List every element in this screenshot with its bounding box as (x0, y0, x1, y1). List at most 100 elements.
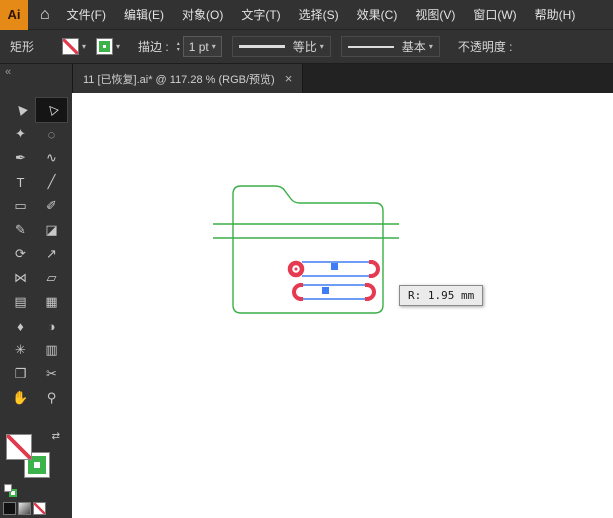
gradient-tool[interactable]: ▤ (5, 290, 36, 314)
menu-select[interactable]: 选择(S) (290, 6, 348, 23)
stroke-weight-stepper[interactable]: ▴ ▾ (177, 41, 180, 53)
center-handle[interactable] (322, 287, 329, 294)
brush-definition-dropdown[interactable]: 基本 ▾ (340, 36, 440, 57)
menu-edit[interactable]: 编辑(E) (115, 6, 173, 23)
free-transform-tool[interactable]: ▱ (36, 266, 67, 290)
menu-effect[interactable]: 效果(C) (348, 6, 407, 23)
chevron-down-icon[interactable]: ▾ (212, 42, 216, 51)
rectangle-tool[interactable]: ▭ (5, 194, 36, 218)
gradient-button[interactable] (18, 502, 31, 515)
menu-file[interactable]: 文件(F) (58, 6, 115, 23)
menu-help[interactable]: 帮助(H) (526, 6, 585, 23)
fill-proxy-none[interactable] (6, 434, 32, 460)
slice-tool[interactable]: ✂ (36, 362, 67, 386)
app-logo-icon[interactable]: Ai (0, 0, 28, 30)
fill-color-control[interactable]: ▾ (62, 38, 86, 55)
chevron-down-icon[interactable]: ▾ (116, 42, 120, 51)
anchor-point[interactable] (365, 297, 369, 301)
eyedropper-icon: ♦ (17, 318, 24, 334)
mesh-tool[interactable]: ▦ (36, 290, 67, 314)
graph-tool[interactable]: ▥ (36, 338, 67, 362)
menu-object[interactable]: 对象(O) (173, 6, 232, 23)
eraser-icon: ◪ (45, 222, 58, 237)
blend-tool[interactable]: ◑ (36, 314, 67, 338)
rotate-icon: ⟳ (15, 246, 26, 261)
artboard-tool[interactable]: ❐ (5, 362, 36, 386)
selection-tool[interactable]: ▶ (5, 98, 36, 122)
width-profile-dropdown[interactable]: 等比 ▾ (231, 36, 331, 57)
opacity-label: 不透明度 : (457, 40, 513, 54)
stroke-weight-field[interactable]: 1 pt ▾ (182, 36, 222, 57)
rotate-tool[interactable]: ⟳ (5, 242, 36, 266)
anchor-point[interactable] (299, 297, 303, 301)
stroke-weight-label: 描边 : (138, 40, 169, 54)
zoom-tool[interactable]: ⚲ (36, 386, 67, 410)
type-tool[interactable]: T (5, 170, 36, 194)
paintbrush-icon: ✐ (46, 198, 57, 213)
artwork (213, 185, 399, 314)
pencil-tool[interactable]: ✎ (5, 218, 36, 242)
menu-view[interactable]: 视图(V) (406, 6, 464, 23)
lasso-icon: ◌ (47, 126, 56, 142)
rectangle-icon: ▭ (14, 198, 27, 213)
lasso-tool[interactable]: ◌ (36, 122, 67, 146)
zoom-icon: ⚲ (46, 390, 57, 405)
anchor-point[interactable] (299, 283, 303, 287)
guide-lines[interactable] (213, 223, 399, 239)
close-icon[interactable]: × (285, 71, 293, 86)
menu-type[interactable]: 文字(T) (232, 6, 289, 23)
eyedropper-tool[interactable]: ♦ (5, 314, 36, 338)
main-area: ▶ ▷ ✦ ◌ ✒ ∿ T ╱ ▭ ✐ ✎ ◪ ⟳ ↗ ⋈ ▱ ▤ ▦ ♦ ◑ (0, 93, 613, 518)
brush-definition-value: 基本 (401, 40, 426, 54)
hand-tool[interactable]: ✋ (5, 386, 36, 410)
capsule-1[interactable] (287, 260, 380, 278)
chevron-down-icon[interactable]: ▾ (429, 42, 433, 51)
stroke-weight-value: 1 pt (188, 39, 209, 54)
graph-icon: ▥ (45, 342, 58, 357)
menu-window[interactable]: 窗口(W) (464, 6, 525, 23)
rounded-corner-right[interactable] (366, 283, 376, 301)
curvature-icon: ∿ (46, 150, 57, 165)
symbol-sprayer-icon: ✳ (15, 342, 26, 357)
rounded-corner-right[interactable] (370, 260, 380, 278)
scale-tool[interactable]: ↗ (36, 242, 67, 266)
pen-tool[interactable]: ✒ (5, 146, 36, 170)
center-handle[interactable] (331, 263, 338, 270)
collapse-toolbar-icon[interactable]: « (5, 66, 11, 78)
chevron-down-icon[interactable]: ▾ (320, 42, 324, 51)
direct-selection-tool[interactable]: ▷ (35, 97, 68, 123)
anchor-point[interactable] (365, 283, 369, 287)
symbol-sprayer-tool[interactable]: ✳ (5, 338, 36, 362)
none-button[interactable] (33, 502, 46, 515)
paintbrush-tool[interactable]: ✐ (36, 194, 67, 218)
anchor-point[interactable] (369, 260, 373, 264)
stroke-green-swatch[interactable] (96, 38, 114, 55)
rounded-corner-left[interactable] (292, 283, 302, 301)
slice-icon: ✂ (46, 366, 57, 381)
folder-shape[interactable] (232, 185, 384, 314)
mesh-icon: ▦ (45, 294, 58, 309)
scale-icon: ↗ (46, 246, 57, 261)
width-tool[interactable]: ⋈ (5, 266, 36, 290)
menubar: Ai ⌂ 文件(F) 编辑(E) 对象(O) 文字(T) 选择(S) 效果(C)… (0, 0, 613, 30)
artboard-canvas[interactable]: R: 1.95 mm (72, 93, 613, 518)
swap-fill-stroke-icon[interactable]: ⇄ (52, 431, 60, 442)
chevron-down-icon[interactable]: ▾ (82, 42, 86, 51)
document-tab[interactable]: 11 [已恢复].ai* @ 117.28 % (RGB/预览) × (72, 64, 304, 93)
default-fill-stroke-icon[interactable] (4, 484, 17, 497)
tool-grid: ▶ ▷ ✦ ◌ ✒ ∿ T ╱ ▭ ✐ ✎ ◪ ⟳ ↗ ⋈ ▱ ▤ ▦ ♦ ◑ (5, 97, 68, 410)
magic-wand-tool[interactable]: ✦ (5, 122, 36, 146)
eraser-tool[interactable]: ◪ (36, 218, 67, 242)
artboard-icon: ❐ (14, 366, 27, 381)
capsule-2[interactable] (292, 283, 376, 301)
fill-none-swatch[interactable] (62, 38, 80, 55)
anchor-point[interactable] (369, 274, 373, 278)
width-profile-value: 等比 (292, 40, 317, 54)
stepper-down-icon[interactable]: ▾ (177, 47, 180, 53)
line-segment-tool[interactable]: ╱ (36, 170, 67, 194)
curvature-tool[interactable]: ∿ (36, 146, 67, 170)
blend-icon: ◑ (47, 318, 56, 334)
stroke-color-control[interactable]: ▾ (96, 38, 120, 55)
home-icon[interactable]: ⌂ (40, 6, 50, 23)
color-button[interactable] (3, 502, 16, 515)
